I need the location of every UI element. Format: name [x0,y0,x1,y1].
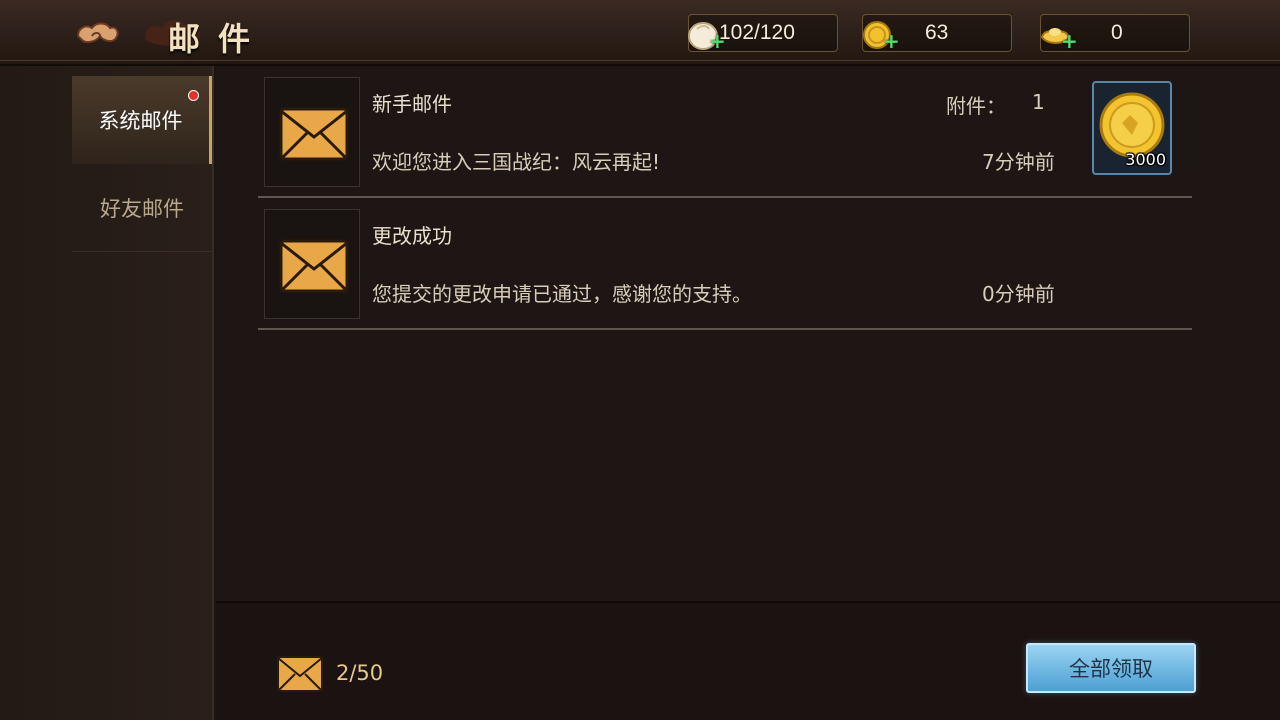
add-coin-icon[interactable]: + [883,31,900,51]
mail-subject: 更改成功 [372,224,452,248]
mail-body: 您提交的更改申请已通过，感谢您的支持。 [372,282,752,306]
attachment-item[interactable]: 3000 [1092,81,1172,175]
tab-system-mail-label: 系统邮件 [98,109,183,133]
notification-dot [188,90,199,101]
tab-friend-mail[interactable]: 好友邮件 [72,164,212,252]
claim-all-button[interactable]: 全部领取 [1026,643,1196,693]
mail-icon-frame [264,77,360,187]
tab-system-mail[interactable]: 系统邮件 [72,76,212,164]
mail-subject: 新手邮件 [372,92,452,116]
back-cloud-icon [76,22,119,44]
attachment-count: 1 [1032,90,1045,114]
mail-time: 0分钟前 [982,282,1055,306]
add-ingot-icon[interactable]: + [1061,31,1078,51]
tab-friend-mail-label: 好友邮件 [100,196,184,221]
attachment-label: 附件： [946,94,1006,118]
coin-resource[interactable]: + 63 [862,14,1012,52]
stamina-resource[interactable]: + 102/120 [688,14,838,52]
page-title: 邮件 [168,20,269,58]
mail-count: 2/50 [336,661,384,685]
stamina-value: 102/120 [719,21,795,44]
mail-icon-frame [264,209,360,319]
ingot-resource[interactable]: + 0 [1040,14,1190,52]
mail-category-sidebar: 系统邮件 好友邮件 [0,66,214,720]
mail-footer: 2/50 全部领取 [216,601,1280,720]
envelope-icon [279,107,349,161]
mail-body: 欢迎您进入三国战纪：风云再起! [372,150,661,174]
envelope-icon [277,656,323,692]
top-bar: 邮件 + 102/120 + 63 + 0 [0,0,1280,66]
mail-item[interactable]: 新手邮件 欢迎您进入三国战纪：风云再起! 附件： 1 7分钟前 3000 [258,66,1192,198]
attachment-quantity: 3000 [1125,150,1166,169]
back-button[interactable] [74,18,122,52]
ingot-value: 0 [1111,21,1123,44]
mail-item[interactable]: 更改成功 您提交的更改申请已通过，感谢您的支持。 0分钟前 [258,198,1192,330]
coin-value: 63 [925,21,949,44]
envelope-icon [279,239,349,293]
mail-time: 7分钟前 [982,150,1055,174]
mail-list: 新手邮件 欢迎您进入三国战纪：风云再起! 附件： 1 7分钟前 3000 更改成… [216,66,1280,601]
